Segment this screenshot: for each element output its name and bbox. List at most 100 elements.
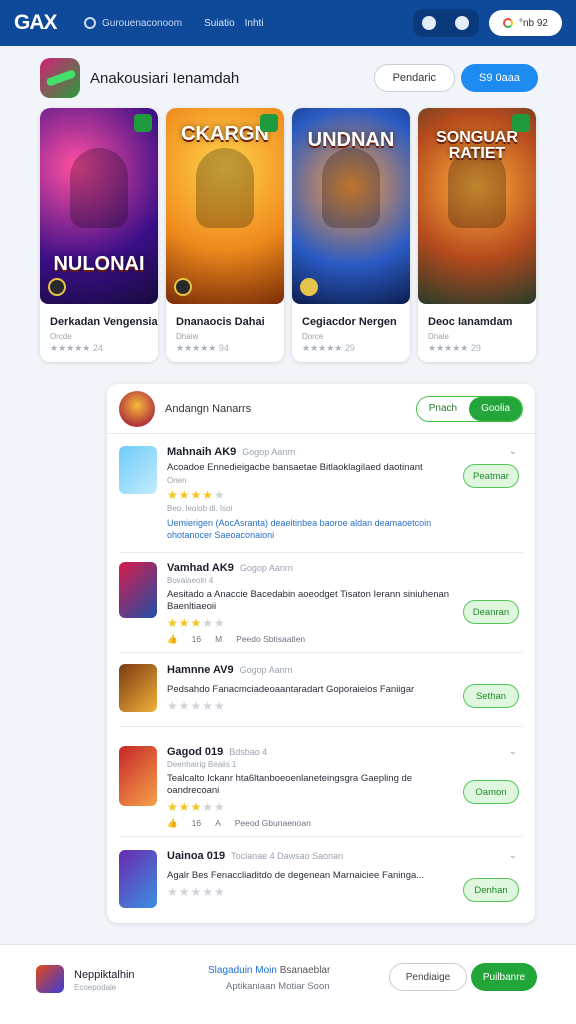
badge-icon — [260, 114, 278, 132]
publisher-icon — [174, 278, 192, 296]
game-card-art-title: SONGUAR RATIET — [436, 129, 518, 162]
list-item-button[interactable]: Sethan — [463, 684, 519, 708]
list-item-description: Tealcalto Ickanr hta6ltanboeoenlaneteing… — [167, 773, 413, 796]
badge-icon — [512, 114, 530, 132]
game-card-rating: ★★★★★ 29 — [302, 343, 355, 353]
list-header: Andangn Nanarrs Pnach Goolia — [107, 384, 535, 434]
game-card-subtitle: Dorce — [302, 332, 324, 341]
thumbs-up-icon: 👍 — [167, 633, 178, 644]
list-item[interactable]: Mahnaih AK9 Gogop Aanrn Acoadoe Ennedieig… — [119, 446, 523, 556]
character-art — [70, 148, 128, 228]
list-item-body: Uainoa 019 Toclanae 4 Dawsao Saonan Agalr… — [167, 850, 451, 899]
app-icon — [36, 965, 64, 993]
game-icon — [119, 562, 157, 618]
account-label: °nb 92 — [518, 17, 548, 29]
nav-item-2[interactable]: Inhti — [245, 18, 264, 29]
game-card-art: UNDNAN — [292, 108, 410, 304]
list-item-footer: 👍 16 A Peeod Gbunaenoan — [167, 818, 451, 829]
featured-secondary-button[interactable]: Pendaric — [373, 64, 456, 92]
list-item-button[interactable]: Denhan — [463, 878, 519, 902]
thumbs-up-icon: 👍 — [167, 817, 178, 828]
notification-icon[interactable] — [422, 16, 437, 30]
list-item-description: Acoadoe Ennedieigacbe bansaetae Bitlaokl… — [167, 462, 423, 473]
list-item-button[interactable]: Peatmar — [463, 464, 519, 488]
featured-header: Anakousiari Ienamdah Pendaric S9 0aaa — [40, 58, 538, 98]
game-card-art: NULONAI — [40, 108, 158, 304]
game-card-subtitle: Dhaiw — [176, 332, 199, 341]
star-rating: ★★★★★ — [167, 799, 226, 814]
list-item-button[interactable]: Deanran — [463, 600, 519, 624]
list-item-button[interactable]: Oamon — [463, 780, 519, 804]
bottom-primary-button[interactable]: Puilbanre — [471, 963, 537, 991]
nav-item-1[interactable]: Suiatio — [204, 18, 235, 29]
list-item-extra: Onen — [167, 475, 187, 485]
chevron-down-icon[interactable]: ⌄ — [509, 446, 517, 457]
star-rating: ★★★★★ — [167, 698, 226, 713]
toggle-option-off[interactable]: Pnach — [416, 396, 470, 421]
game-card-title: Derkadan Vengensia — [50, 316, 158, 328]
search-icon — [84, 17, 96, 29]
game-card-art: SONGUAR RATIET — [418, 108, 536, 304]
game-card-art-title: NULONAI — [53, 253, 145, 275]
game-card-subtitle: Orcde — [50, 332, 72, 341]
top-nav: Suiatio Inhti — [204, 18, 263, 29]
game-card-rating: ★★★★★ 24 — [50, 343, 103, 353]
list-item-description: Aesitado a Anaccie Bacedabin aoeodget Ti… — [167, 589, 450, 612]
list-toggle[interactable]: Pnach Goolia — [415, 395, 523, 422]
game-card[interactable]: SONGUAR RATIET Deoc Ianamdam Dnale ★★★★★… — [418, 108, 536, 362]
list-item-footer: 👍 16 M Peedo Sbtisaatlen — [167, 634, 451, 645]
list-item-title: Gagod 019 Bdsbao 4 — [167, 746, 268, 758]
bottom-bar: Neppiktalhin Ecoepodaie Slagaduin Moin B… — [0, 944, 576, 1024]
badge-icon — [134, 114, 152, 132]
top-bar: GAX Gurouenaconoom Suiatio Inhti °nb 92 — [0, 0, 576, 46]
list-item-meta: Deenhairig Beaiis 1 — [167, 760, 237, 769]
game-card[interactable]: NULONAI Derkadan Vengensia Orcde ★★★★★ 2… — [40, 108, 158, 362]
account-icon — [502, 18, 513, 28]
like-count: 16 — [191, 817, 202, 828]
search-input[interactable]: Gurouenaconoom — [102, 18, 182, 29]
like-unit: A — [215, 817, 221, 828]
top-icon-group — [412, 9, 479, 37]
game-card-rating: ★★★★★ 29 — [428, 343, 481, 353]
bottom-secondary-button[interactable]: Pendiaige — [389, 963, 467, 991]
settings-icon[interactable] — [455, 16, 470, 30]
list-title: Andangn Nanarrs — [165, 402, 252, 415]
star-rating: ★★★★★ — [167, 487, 226, 502]
list-item[interactable]: Gagod 019 Bdsbao 4 Deenhairig Beaiis 1 Te… — [119, 746, 523, 836]
footer-label: Peeod Gbunaenoan — [234, 817, 311, 828]
list-item-title: Hamnne AV9 Gogop Aanrn — [167, 664, 293, 676]
toggle-option-on[interactable]: Goolia — [469, 396, 522, 421]
list-item[interactable]: Hamnne AV9 Gogop Aanrn Pedsahdo Fanacmcia… — [119, 664, 523, 724]
bottom-info-primary: Slagaduin Moin Bsanaeblar — [208, 965, 331, 976]
like-count: 16 — [191, 633, 202, 644]
character-art — [196, 148, 254, 228]
list-item[interactable]: Vamhad AK9 Gogop Aanrn Bovalaeoln 4 Aesit… — [119, 562, 523, 648]
list-item-title: Uainoa 019 Toclanae 4 Dawsao Saonan — [167, 850, 344, 862]
like-unit: M — [215, 633, 223, 644]
search-box[interactable]: Gurouenaconoom — [84, 17, 182, 29]
coin-icon — [300, 278, 318, 296]
game-card[interactable]: UNDNAN Cegiacdor Nergen Dorce ★★★★★ 29 — [292, 108, 410, 362]
game-card-title: Deoc Ianamdam — [428, 316, 513, 328]
list-item-meta: Bovalaeoln 4 — [167, 576, 214, 585]
account-button[interactable]: °nb 92 — [488, 10, 562, 36]
featured-app-icon — [40, 58, 80, 98]
star-rating: ★★★★★ — [167, 615, 226, 630]
featured-primary-button[interactable]: S9 0aaa — [461, 64, 538, 92]
divider — [119, 552, 523, 553]
divider — [119, 726, 523, 727]
star-rating: ★★★★★ — [167, 884, 226, 899]
list-item-title: Mahnaih AK9 Gogop Aanrn — [167, 446, 296, 458]
list-item-link[interactable]: Uemierigen (AocAsranta) deaeitinbea baor… — [167, 517, 451, 542]
app-logo[interactable]: GAX — [14, 11, 76, 35]
game-card[interactable]: CKARGN Dnanaocis Dahai Dhaiw ★★★★★ 94 — [166, 108, 284, 362]
list-item[interactable]: Uainoa 019 Toclanae 4 Dawsao Saonan Agalr… — [119, 850, 523, 912]
divider — [119, 652, 523, 653]
character-art — [322, 148, 380, 228]
divider — [119, 836, 523, 837]
top-bar-actions: °nb 92 — [412, 9, 562, 37]
featured-cards: NULONAI Derkadan Vengensia Orcde ★★★★★ 2… — [40, 108, 536, 362]
game-card-art-title: UNDNAN — [307, 129, 395, 151]
chevron-down-icon[interactable]: ⌄ — [509, 746, 517, 757]
chevron-down-icon[interactable]: ⌄ — [509, 850, 517, 861]
